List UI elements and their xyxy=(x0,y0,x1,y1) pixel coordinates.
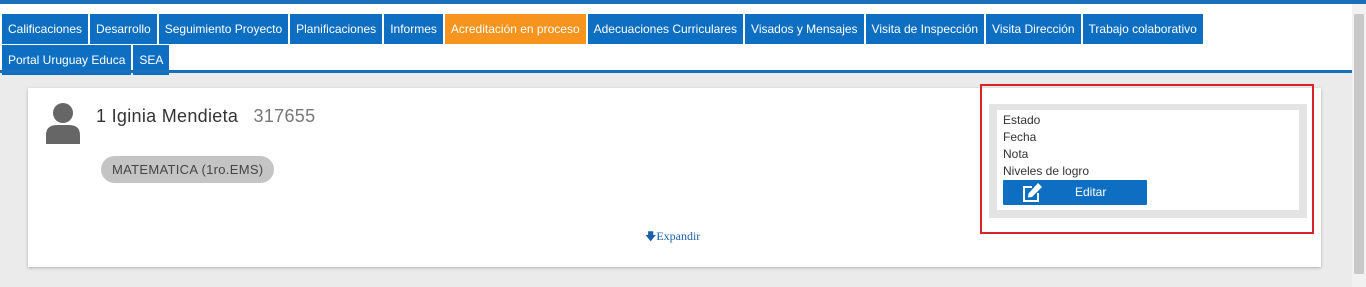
nav-tabs-row-1: Calificaciones Desarrollo Seguimiento Proy… xyxy=(2,14,1203,44)
scrollbar[interactable] xyxy=(1352,4,1366,287)
user-silhouette-icon xyxy=(46,103,80,144)
nav-bar: Calificaciones Desarrollo Seguimiento Proy… xyxy=(0,4,1366,75)
tab-informes[interactable]: Informes xyxy=(384,14,443,44)
student-id: 317655 xyxy=(253,106,316,126)
tab-acreditacion-en-proceso[interactable]: Acreditación en proceso xyxy=(444,14,586,44)
tab-visita-de-inspeccion[interactable]: Visita de Inspección xyxy=(865,14,985,44)
scrollbar-thumb[interactable] xyxy=(1354,14,1364,274)
tab-trabajo-colaborativo[interactable]: Trabajo colaborativo xyxy=(1082,14,1203,44)
edit-square-icon xyxy=(1023,183,1042,202)
tab-calificaciones[interactable]: Calificaciones xyxy=(2,14,89,44)
arrow-down-icon: 🡇 xyxy=(645,230,657,243)
tab-seguimiento-proyecto[interactable]: Seguimiento Proyecto xyxy=(158,14,289,44)
student-number: 1 xyxy=(96,106,107,126)
expand-link[interactable]: 🡇Expandir xyxy=(645,228,700,247)
subject-badge: MATEMATICA (1ro.EMS) xyxy=(101,156,275,183)
niveles-de-logro-label: Niveles de logro xyxy=(1003,164,1090,178)
nav-divider xyxy=(0,70,1366,73)
tab-visita-direccion[interactable]: Visita Dirección xyxy=(986,14,1081,44)
student-title: 1 Iginia Mendieta 317655 xyxy=(96,106,315,127)
student-card: 1 Iginia Mendieta 317655 MATEMATICA (1ro… xyxy=(28,88,1321,267)
expand-label: Expandir xyxy=(656,229,701,243)
status-panel: Estado Fecha Nota Niveles de logro Edita… xyxy=(989,104,1307,218)
edit-button[interactable]: Editar xyxy=(1003,180,1147,205)
tab-visados-y-mensajes[interactable]: Visados y Mensajes xyxy=(745,14,864,44)
fecha-label: Fecha xyxy=(1003,130,1037,144)
tab-planificaciones[interactable]: Planificaciones xyxy=(290,14,383,44)
student-name: Iginia Mendieta xyxy=(111,106,239,126)
tab-desarrollo[interactable]: Desarrollo xyxy=(90,14,157,44)
estado-label: Estado xyxy=(1003,113,1041,127)
tab-adecuaciones-curriculares[interactable]: Adecuaciones Curriculares xyxy=(587,14,744,44)
nota-label: Nota xyxy=(1003,147,1029,161)
edit-button-label: Editar xyxy=(1075,185,1107,199)
status-panel-body: Estado Fecha Nota Niveles de logro Edita… xyxy=(997,110,1299,210)
